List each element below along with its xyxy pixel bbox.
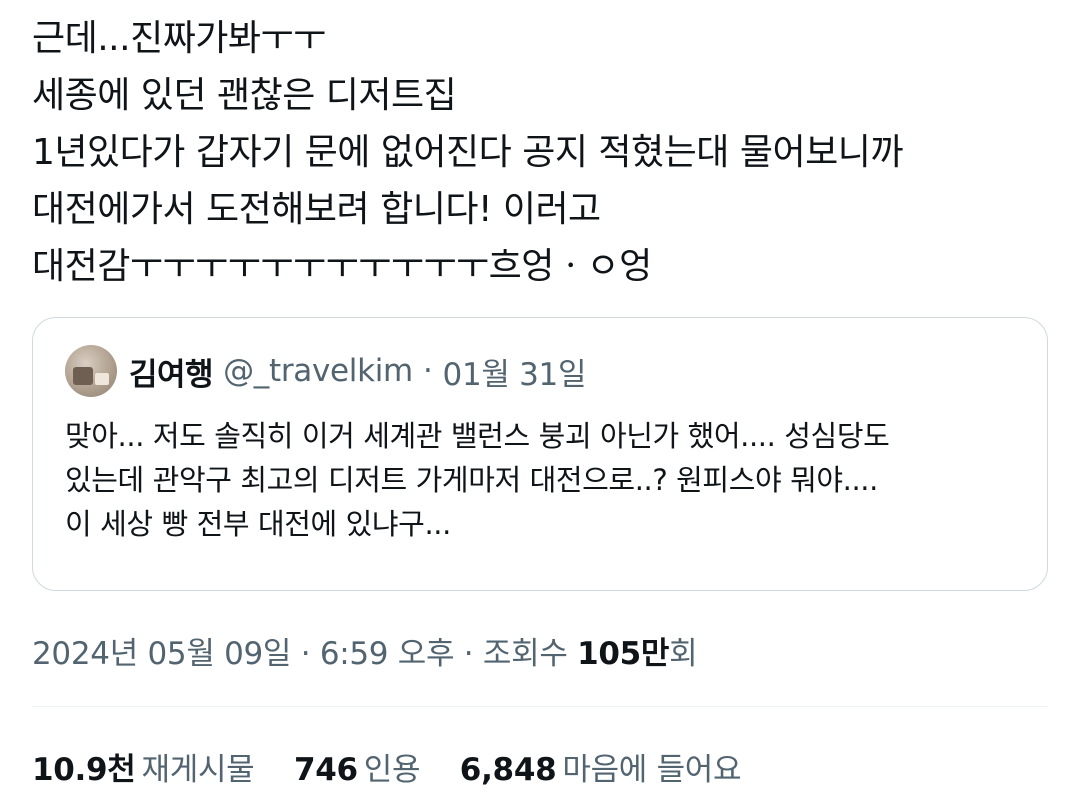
avatar[interactable]	[65, 345, 117, 397]
quoted-author-name[interactable]: 김여행	[129, 349, 214, 394]
quotes-label: 인용	[363, 752, 421, 788]
retweets-stat[interactable]: 10.9천 재게시물	[32, 744, 255, 789]
likes-count: 6,848	[459, 752, 557, 788]
tweet-line: 대전감ㅜㅜㅜㅜㅜㅜㅜㅜㅜㅜㅜ흐엉ㆍㅇ엉	[32, 246, 652, 287]
retweets-label: 재게시물	[141, 752, 255, 788]
quoted-tweet-text: 맞아... 저도 솔직히 이거 세계관 밸런스 붕괴 아닌가 했어.... 성심…	[65, 414, 1015, 546]
tweet-line: 대전에가서 도전해보려 합니다! 이러고	[32, 189, 601, 230]
tweet-line: 세종에 있던 괜찮은 디저트집	[32, 75, 457, 116]
tweet-text: 근데...진짜가봐ㅜㅜ 세종에 있던 괜찮은 디저트집 1년있다가 갑자기 문에…	[32, 0, 1048, 295]
quotes-count: 746	[293, 752, 358, 788]
likes-label: 마음에 들어요	[562, 752, 742, 788]
quoted-line: 있는데 관악구 최고의 디저트 가게마저 대전으로..? 원피스야 뭐야....	[65, 463, 878, 497]
tweet-line: 근데...진짜가봐ㅜㅜ	[32, 18, 326, 59]
likes-stat[interactable]: 6,848 마음에 들어요	[459, 744, 742, 789]
views-count: 105만	[577, 636, 670, 672]
tweet-line: 1년있다가 갑자기 문에 없어진다 공지 적혔는대 물어보니까	[32, 132, 903, 173]
quoted-line: 이 세상 빵 전부 대전에 있냐구...	[65, 507, 451, 541]
quoted-tweet-date[interactable]: 01월 31일	[443, 349, 587, 394]
tweet-detail: 근데...진짜가봐ㅜㅜ 세종에 있던 괜찮은 디저트집 1년있다가 갑자기 문에…	[0, 0, 1080, 808]
separator-dot: ·	[422, 353, 433, 389]
quoted-tweet-card[interactable]: 김여행 @_travelkim · 01월 31일 맞아... 저도 솔직히 이…	[32, 317, 1048, 591]
divider	[32, 706, 1048, 707]
views-suffix: 회	[669, 636, 698, 672]
quoted-line: 맞아... 저도 솔직히 이거 세계관 밸런스 붕괴 아닌가 했어.... 성심…	[65, 419, 890, 453]
retweets-count: 10.9천	[32, 752, 136, 788]
quotes-stat[interactable]: 746 인용	[293, 744, 421, 789]
engagement-stats: 10.9천 재게시물 746 인용 6,848 마음에 들어요	[32, 744, 771, 789]
quoted-author-handle[interactable]: @_travelkim	[223, 353, 413, 389]
tweet-timestamp-row: 2024년 05월 09일 · 6:59 오후 · 조회수 105만회	[32, 628, 698, 673]
quoted-tweet-header: 김여행 @_travelkim · 01월 31일	[65, 344, 1015, 398]
timestamp-text[interactable]: 2024년 05월 09일 · 6:59 오후 · 조회수	[32, 636, 577, 672]
